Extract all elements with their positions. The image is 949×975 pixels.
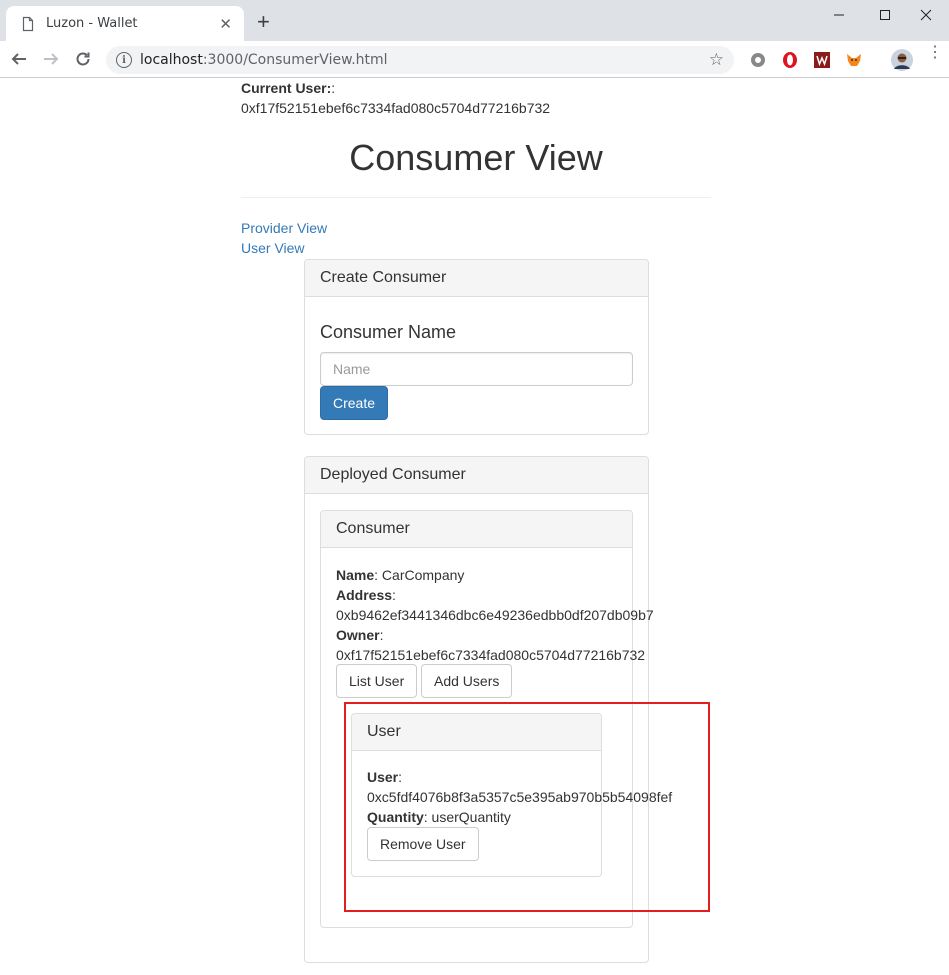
consumer-details: Name: CarCompany Address: 0xb9462ef34413… <box>336 567 654 663</box>
consumer-owner-value: 0xf17f52151ebef6c7334fad080c5704d77216b7… <box>336 647 646 663</box>
back-icon[interactable] <box>8 48 30 70</box>
current-user-label: Current User: <box>241 80 332 96</box>
consumer-owner-key: Owner <box>336 627 380 643</box>
user-view-link[interactable]: User View <box>241 238 327 258</box>
tab-close-icon[interactable]: ✕ <box>219 15 232 33</box>
highlight-box <box>344 702 710 912</box>
list-user-button[interactable]: List User <box>336 664 418 698</box>
current-user: Current User:: 0xf17f52151ebef6c7334fad0… <box>241 78 550 118</box>
reload-icon[interactable] <box>72 48 94 70</box>
shield-extension-icon[interactable] <box>813 51 831 69</box>
page-title: Consumer View <box>349 137 603 178</box>
forward-icon[interactable] <box>40 48 62 70</box>
browser-tab-bar: Luzon - Wallet ✕ + <box>0 0 949 41</box>
create-consumer-panel: Create Consumer Consumer Name Create <box>304 259 649 435</box>
current-user-sep: : <box>331 80 336 96</box>
title-divider <box>241 197 711 198</box>
create-consumer-heading: Create Consumer <box>305 260 648 297</box>
browser-menu-icon[interactable]: ⋮ <box>927 45 943 61</box>
address-bar[interactable]: i localhost:3000/ConsumerView.html ☆ <box>106 46 734 74</box>
consumer-address-key: Address <box>336 587 393 603</box>
consumer-name-value: : CarCompany <box>374 567 465 583</box>
browser-tab[interactable]: Luzon - Wallet ✕ <box>6 6 244 41</box>
consumer-name-input[interactable] <box>320 352 633 386</box>
profile-avatar[interactable] <box>891 49 913 71</box>
add-users-button[interactable]: Add Users <box>421 664 513 698</box>
settings-extension-icon[interactable] <box>749 51 767 69</box>
bookmark-star-icon[interactable]: ☆ <box>709 50 724 70</box>
opera-extension-icon[interactable] <box>781 51 799 69</box>
consumer-heading: Consumer <box>321 511 632 548</box>
url-host: localhost <box>140 52 203 68</box>
consumer-name-key: Name <box>336 567 375 583</box>
tab-title: Luzon - Wallet <box>46 16 138 31</box>
browser-toolbar: i localhost:3000/ConsumerView.html ☆ ⋮ <box>0 41 949 78</box>
create-button[interactable]: Create <box>320 386 389 420</box>
metamask-fox-icon[interactable] <box>845 51 863 69</box>
minimize-icon[interactable] <box>816 0 862 30</box>
current-user-address: 0xf17f52151ebef6c7334fad080c5704d77216b7… <box>241 100 551 116</box>
consumer-address-value: 0xb9462ef3441346dbc6e49236edbb0df207db09… <box>336 607 654 623</box>
window-close-icon[interactable] <box>903 0 949 30</box>
provider-view-link[interactable]: Provider View <box>241 218 327 238</box>
nav-links: Provider View User View <box>241 218 327 258</box>
document-icon <box>22 16 34 31</box>
deployed-consumer-heading: Deployed Consumer <box>305 457 648 494</box>
url-path: :3000/ConsumerView.html <box>202 52 388 68</box>
maximize-icon[interactable] <box>862 0 908 30</box>
info-icon[interactable]: i <box>116 52 132 68</box>
new-tab-icon[interactable]: + <box>257 9 270 35</box>
consumer-name-label: Consumer Name <box>320 322 457 342</box>
